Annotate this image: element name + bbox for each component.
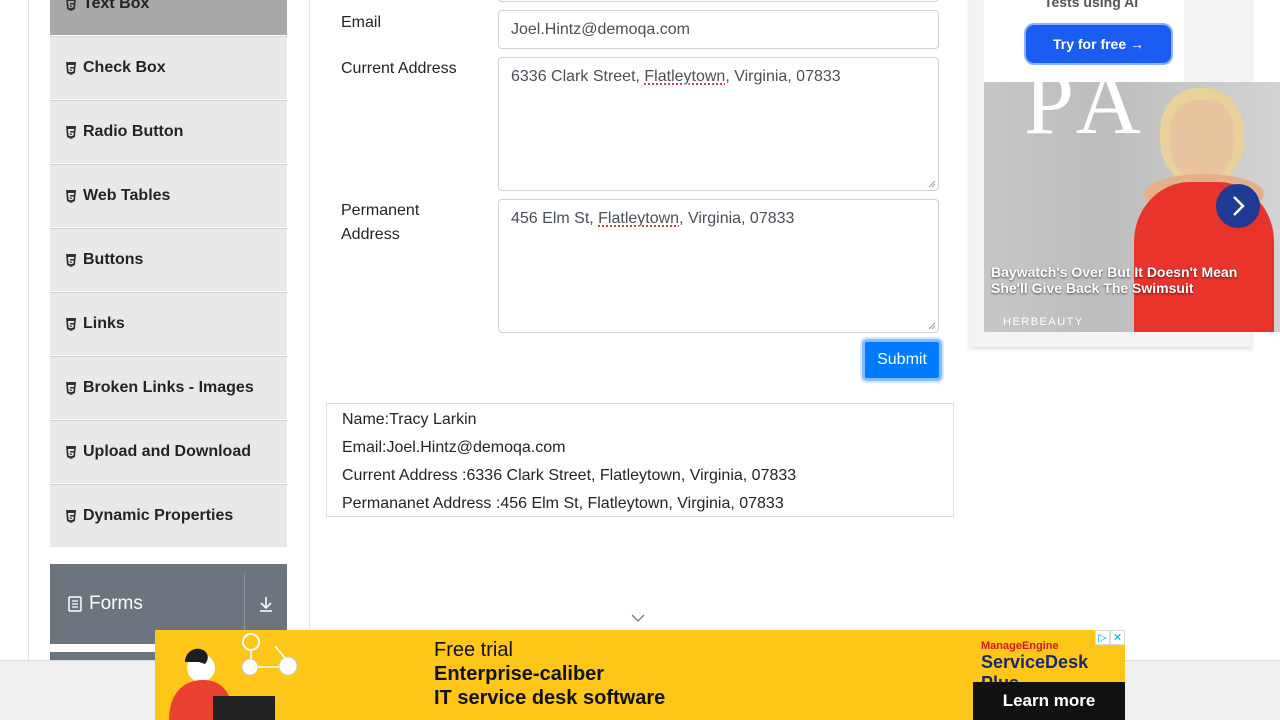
html5-icon	[65, 189, 77, 203]
sidebar-item-label: Upload and Download	[83, 443, 251, 460]
html5-icon	[65, 317, 77, 331]
sidebar-item-check-box[interactable]: Check Box	[50, 36, 287, 100]
output-email: Email:Joel.Hintz@demoqa.com	[342, 439, 566, 456]
chevron-down-icon[interactable]	[630, 612, 646, 624]
address-text: , Virginia, 07833	[679, 210, 795, 227]
ad-caption[interactable]: Baywatch's Over But It Doesn't Mean She'…	[991, 264, 1243, 296]
sidebar-item-label: Radio Button	[83, 123, 184, 140]
output-name: Name:Tracy Larkin	[342, 411, 477, 428]
page: Text Box Check Box Radio Button Web Tabl…	[0, 0, 1280, 720]
sidebar-item-label: Text Box	[83, 0, 150, 12]
document-icon	[68, 596, 82, 612]
output-permanent-address: Permananet Address :456 Elm St, Flatleyt…	[342, 495, 784, 512]
sidebar-item-dynamic-properties[interactable]: Dynamic Properties	[50, 484, 287, 548]
chevron-right-icon	[1233, 196, 1245, 216]
sidebar-item-text-box[interactable]: Text Box	[50, 0, 287, 36]
ad-info-icon[interactable]: ▷	[1095, 630, 1110, 645]
sidebar-item-label: Dynamic Properties	[83, 507, 234, 524]
html5-icon	[65, 253, 77, 267]
expand-toggle[interactable]	[245, 595, 287, 613]
ad-controls: ▷ ✕	[1095, 630, 1125, 645]
address-city: Flatleytown	[644, 68, 726, 85]
address-city: Flatleytown	[598, 210, 680, 227]
person-laptop-illustration	[169, 633, 298, 720]
sidebar-item-label: Broken Links - Images	[83, 379, 254, 396]
address-text: 6336 Clark Street,	[511, 68, 645, 85]
ad-source: HERBEAUTY	[1003, 316, 1084, 328]
banner-line: IT service desk software	[434, 687, 666, 709]
sidebar-item-web-tables[interactable]: Web Tables	[50, 164, 287, 228]
divider	[28, 0, 29, 720]
html5-icon	[65, 445, 77, 459]
photo-figure	[1170, 100, 1234, 180]
ad-top: Tests using AI Try for free →	[984, 0, 1184, 82]
html5-icon	[65, 125, 77, 139]
html5-icon	[65, 61, 77, 75]
permanent-address-label: Permanent Address	[341, 199, 419, 247]
resize-grip-icon[interactable]	[928, 180, 936, 188]
photo-backdrop-text: PA	[1024, 82, 1151, 153]
banner-line: Enterprise-caliber	[434, 663, 605, 685]
sidebar-item-buttons[interactable]: Buttons	[50, 228, 287, 292]
html5-icon	[65, 381, 77, 395]
try-for-free-button[interactable]: Try for free →	[1026, 25, 1171, 63]
html5-icon	[65, 509, 77, 523]
output-current-address: Current Address :6336 Clark Street, Flat…	[342, 467, 797, 484]
sidebar-item-label: Web Tables	[83, 187, 171, 204]
close-icon[interactable]: ✕	[1110, 630, 1125, 645]
resize-grip-icon[interactable]	[928, 322, 936, 330]
label-line: Address	[341, 226, 400, 243]
sidebar-item-label: Links	[83, 315, 125, 332]
label-line: Permanent	[341, 202, 420, 219]
sidebar-item-broken-links[interactable]: Broken Links - Images	[50, 356, 287, 420]
sidebar-item-radio-button[interactable]: Radio Button	[50, 100, 287, 164]
learn-more-button[interactable]: Learn more	[973, 682, 1125, 720]
current-address-field[interactable]: 6336 Clark Street, Flatleytown, Virginia…	[498, 57, 939, 191]
email-label: Email	[341, 14, 382, 31]
banner-text: Free trial Enterprise-caliber IT service…	[434, 638, 665, 710]
submit-button[interactable]: Submit	[862, 339, 942, 381]
next-arrow-button[interactable]	[1216, 184, 1260, 228]
group-label: Forms	[89, 593, 143, 614]
banner-ad[interactable]: Free trial Enterprise-caliber IT service…	[155, 630, 1125, 720]
address-text: 456 Elm St,	[511, 210, 599, 227]
sidebar-item-label: Buttons	[83, 251, 144, 268]
sidebar-item-label: Check Box	[83, 59, 166, 76]
address-text: , Virginia, 07833	[725, 68, 841, 85]
download-arrow-icon	[260, 597, 272, 612]
divider	[309, 0, 310, 720]
ad-right[interactable]: Tests using AI Try for free → PA Baywatc…	[969, 0, 1280, 347]
banner-line: Free trial	[434, 639, 513, 661]
sidebar-item-upload-download[interactable]: Upload and Download	[50, 420, 287, 484]
ad-top-text: Tests using AI	[1044, 0, 1139, 10]
current-address-label: Current Address	[341, 60, 457, 77]
email-field[interactable]: Joel.Hintz@demoqa.com	[498, 10, 939, 49]
full-name-field[interactable]	[498, 0, 939, 2]
sidebar: Text Box Check Box Radio Button Web Tabl…	[50, 0, 287, 548]
html5-icon	[65, 0, 77, 11]
permanent-address-field[interactable]: 456 Elm St, Flatleytown, Virginia, 07833	[498, 199, 939, 333]
sidebar-item-links[interactable]: Links	[50, 292, 287, 356]
output-panel: Name:Tracy Larkin Email:Joel.Hintz@demoq…	[326, 403, 954, 517]
